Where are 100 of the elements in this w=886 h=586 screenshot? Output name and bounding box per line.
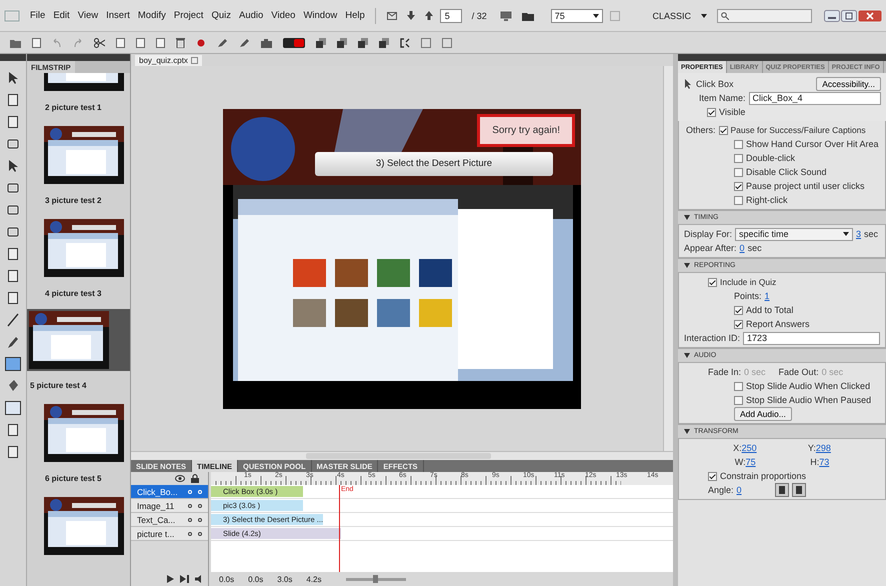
page-icon[interactable] <box>7 291 19 305</box>
layer-row[interactable]: picture t... <box>131 527 208 541</box>
pencil-icon[interactable] <box>7 335 19 349</box>
option-checkbox[interactable]: Double-click <box>734 153 796 163</box>
menu-item[interactable]: Help <box>343 10 367 21</box>
accessibility-button[interactable]: Accessibility... <box>816 77 881 91</box>
add-audio-button[interactable]: Add Audio... <box>734 407 792 421</box>
slide-thumbnail[interactable] <box>27 309 130 372</box>
menu-item[interactable]: Insert <box>104 10 132 21</box>
rotate-left-icon[interactable] <box>774 483 789 497</box>
duration-value[interactable]: 3 <box>856 229 862 239</box>
menu-item[interactable]: Audio <box>236 10 266 21</box>
layer-row[interactable]: Click_Bo... <box>131 485 208 499</box>
arrow-up-icon[interactable] <box>424 11 433 20</box>
bracket-icon[interactable] <box>400 38 410 48</box>
constrain-checkbox[interactable]: Constrain proportions <box>708 471 806 481</box>
x-value[interactable]: 250 <box>742 443 757 453</box>
angle-value[interactable]: 0 <box>736 485 742 495</box>
pointer-icon[interactable] <box>7 71 19 85</box>
report-checkbox[interactable]: Report Answers <box>734 319 810 329</box>
include-checkbox[interactable]: Include in Quiz <box>708 277 776 287</box>
search-field[interactable] <box>717 8 812 22</box>
rotate-right-icon[interactable] <box>792 483 806 497</box>
points-value[interactable]: 1 <box>764 291 770 301</box>
zoom-slider[interactable] <box>346 578 406 580</box>
speaker-icon[interactable] <box>195 575 204 583</box>
menu-item[interactable]: Quiz <box>209 10 233 21</box>
option-checkbox[interactable]: Pause project until user clicks <box>734 181 865 191</box>
menu-item[interactable]: Video <box>269 10 298 21</box>
menu-item[interactable]: Project <box>172 10 206 21</box>
document-tab[interactable]: boy_quiz.cptx <box>135 55 202 66</box>
caret-icon[interactable] <box>684 215 690 220</box>
page-icon[interactable] <box>7 93 19 107</box>
y-value[interactable]: 298 <box>816 443 831 453</box>
menu-item[interactable]: File <box>28 10 48 21</box>
square-icon[interactable] <box>7 137 19 151</box>
pointer-icon[interactable] <box>7 159 19 173</box>
toggle-dots-icon[interactable] <box>188 504 202 508</box>
maximize-icon[interactable] <box>841 10 857 22</box>
caret-icon[interactable] <box>684 429 690 434</box>
envelope-icon[interactable] <box>386 12 397 20</box>
line-icon[interactable] <box>7 313 19 327</box>
interaction-id-field[interactable]: 1723 <box>743 332 880 344</box>
page-icon[interactable] <box>7 423 19 437</box>
minimize-icon[interactable] <box>824 10 840 22</box>
eye-icon[interactable] <box>175 475 185 482</box>
camera-icon[interactable] <box>261 38 272 48</box>
folder-icon[interactable] <box>10 38 21 48</box>
record-icon[interactable] <box>196 38 206 48</box>
slide-number-field[interactable]: 5 <box>440 8 462 22</box>
arrow-down-icon[interactable] <box>406 11 415 20</box>
lock-icon[interactable] <box>191 474 199 483</box>
color-swatch-icon[interactable] <box>5 357 21 371</box>
menu-item[interactable]: Window <box>301 10 340 21</box>
layer-row[interactable]: Text_Ca... <box>131 513 208 527</box>
pen-icon[interactable] <box>239 38 250 48</box>
toggle-dots-icon[interactable] <box>188 490 202 494</box>
toggle-dots-icon[interactable] <box>188 518 202 522</box>
page-icon[interactable] <box>7 445 19 459</box>
layers-icon[interactable] <box>316 38 326 48</box>
slider-thumb[interactable] <box>373 574 378 582</box>
scrollbar[interactable] <box>131 451 673 460</box>
page-icon[interactable] <box>7 247 19 261</box>
scissors-icon[interactable] <box>94 38 105 48</box>
page-icon[interactable] <box>7 269 19 283</box>
layers-icon[interactable] <box>379 38 389 48</box>
square-icon[interactable] <box>7 203 19 217</box>
page-icon[interactable] <box>7 115 19 129</box>
display-for-dropdown[interactable]: specific time <box>735 228 854 240</box>
h-value[interactable]: 73 <box>819 457 830 467</box>
play-icon[interactable] <box>167 575 174 583</box>
audio-checkbox[interactable]: Stop Slide Audio When Paused <box>734 395 872 405</box>
appear-after-value[interactable]: 0 <box>740 243 745 253</box>
layers-icon[interactable] <box>337 38 347 48</box>
square-icon[interactable] <box>7 225 19 239</box>
item-name-field[interactable]: Click_Box_4 <box>748 92 881 104</box>
caret-icon[interactable] <box>684 263 690 268</box>
visible-checkbox[interactable]: Visible <box>707 107 746 117</box>
color-swatch-icon[interactable] <box>5 401 21 415</box>
page-icon[interactable] <box>156 38 165 48</box>
page-icon[interactable] <box>116 38 125 48</box>
folder-icon[interactable] <box>522 10 534 20</box>
menu-item[interactable]: View <box>76 10 100 21</box>
skip-end-icon[interactable] <box>180 575 189 583</box>
scrollbar[interactable] <box>663 66 673 451</box>
toggle-dots-icon[interactable] <box>188 532 202 536</box>
video-logo-icon[interactable] <box>283 38 305 48</box>
page-icon[interactable] <box>136 38 145 48</box>
workspace-dropdown[interactable]: CLASSIC <box>652 10 691 20</box>
menu-item[interactable]: Edit <box>51 10 72 21</box>
option-checkbox[interactable]: Show Hand Cursor Over Hit Area <box>734 139 879 149</box>
zoom-dropdown[interactable]: 75 <box>550 8 603 22</box>
option-checkbox[interactable]: Pause for Success/Failure Captions <box>718 125 866 135</box>
caret-icon[interactable] <box>701 14 707 18</box>
monitor-icon[interactable] <box>500 10 512 20</box>
layer-row[interactable]: Image_11 <box>131 499 208 513</box>
menu-item[interactable]: Modify <box>136 10 168 21</box>
caret-icon[interactable] <box>684 353 690 358</box>
square-icon[interactable] <box>7 181 19 195</box>
w-value[interactable]: 75 <box>746 457 756 467</box>
